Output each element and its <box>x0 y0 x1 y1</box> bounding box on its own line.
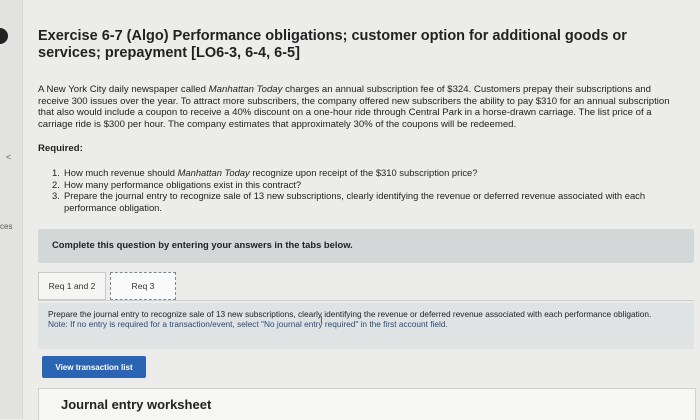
problem-statement: A New York City daily newspaper called M… <box>38 84 678 130</box>
tab-req-3[interactable]: Req 3 <box>110 272 176 300</box>
sidebar-label: ces <box>0 222 13 231</box>
journal-worksheet: Journal entry worksheet <box>38 388 696 420</box>
question-text-em: Manhattan Today <box>177 167 250 178</box>
text-cursor-icon: I <box>320 315 323 326</box>
question-item: 2. How many performance obligations exis… <box>52 179 652 191</box>
question-text: How many performance obligations exist i… <box>64 178 302 190</box>
question-number: 2. <box>52 178 60 190</box>
question-text-pre: How much revenue should <box>64 167 178 178</box>
questions-list: 1. How much revenue should Manhattan Tod… <box>52 167 652 213</box>
instructions-text: Complete this question by entering your … <box>52 239 353 250</box>
left-sidebar-strip: < ces <box>0 0 23 419</box>
instructions-bar: Complete this question by entering your … <box>38 229 694 263</box>
question-text-post: recognize upon receipt of the $310 subsc… <box>249 167 478 178</box>
journal-note: Note: If no entry is required for a tran… <box>48 319 448 329</box>
question-number: 1. <box>52 167 60 178</box>
intro-text-part1: A New York City daily newspaper called <box>38 84 209 95</box>
question-item: 1. How much revenue should Manhattan Tod… <box>52 167 652 179</box>
tab-bar: Req 1 and 2 Req 3 <box>38 272 694 301</box>
newspaper-name: Manhattan Today <box>208 84 283 95</box>
worksheet-title: Journal entry worksheet <box>61 397 212 412</box>
question-item: 3. Prepare the journal entry to recogniz… <box>52 190 652 213</box>
question-number: 3. <box>52 190 60 201</box>
view-transaction-list-button[interactable]: View transaction list <box>42 356 146 378</box>
journal-instruction: Prepare the journal entry to recognize s… <box>48 309 652 319</box>
required-label: Required: <box>38 143 83 154</box>
tab-panel-req-3: Prepare the journal entry to recognize s… <box>38 303 694 349</box>
sidebar-tick: < <box>6 152 12 162</box>
exercise-title: Exercise 6-7 (Algo) Performance obligati… <box>38 28 627 61</box>
tab-req-1-and-2[interactable]: Req 1 and 2 <box>38 272 106 300</box>
panel-instructions: Prepare the journal entry to recognize s… <box>48 309 684 329</box>
question-text: How much revenue should Manhattan Today … <box>64 167 477 179</box>
sidebar-marker <box>0 28 8 44</box>
question-text: Prepare the journal entry to recognize s… <box>64 190 646 213</box>
